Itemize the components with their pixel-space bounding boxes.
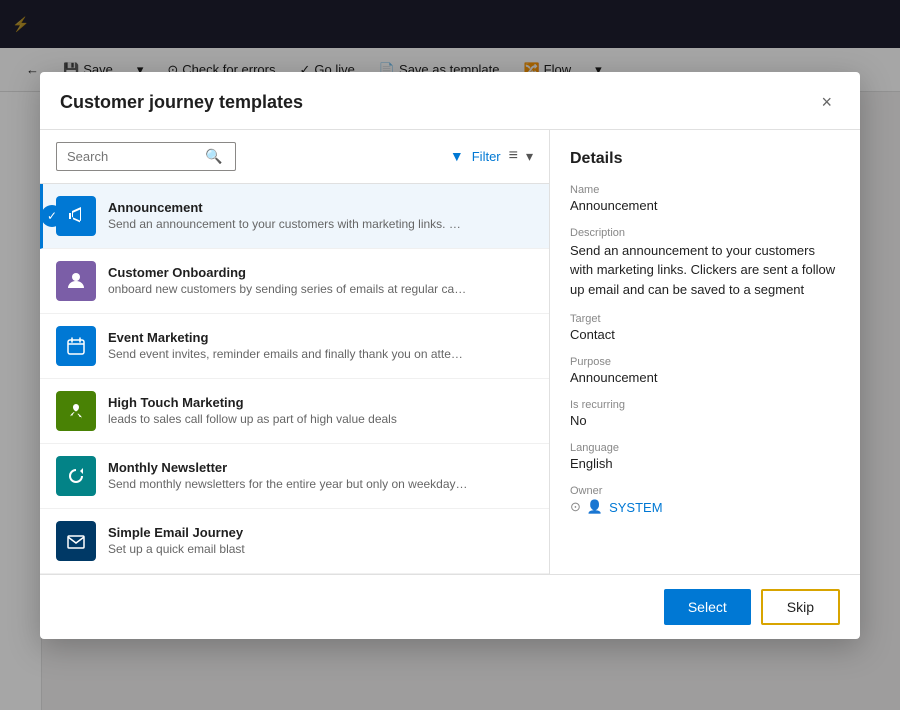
- description-label: Description: [570, 227, 840, 239]
- owner-person-icon: 👤: [587, 499, 603, 515]
- template-desc: leads to sales call follow up as part of…: [108, 412, 468, 426]
- modal-title: Customer journey templates: [60, 92, 303, 113]
- owner-circle-icon: ⊙: [570, 499, 581, 515]
- selected-check-icon: ✓: [41, 205, 63, 227]
- detail-group-recurring: Is recurring No: [570, 399, 840, 428]
- modal-dialog: Customer journey templates × 🔍 ▼ Filter …: [40, 72, 860, 639]
- modal-header: Customer journey templates ×: [40, 72, 860, 130]
- template-desc: Send an announcement to your customers w…: [108, 217, 468, 231]
- owner-row: ⊙ 👤 SYSTEM: [570, 499, 840, 515]
- modal-overlay: Customer journey templates × 🔍 ▼ Filter …: [0, 0, 900, 710]
- template-icon-hightouch: [56, 391, 96, 431]
- purpose-value: Announcement: [570, 370, 840, 385]
- chevron-icon[interactable]: ▾: [526, 148, 533, 165]
- modal-footer: Select Skip: [40, 574, 860, 639]
- template-info-hightouch: High Touch Marketing leads to sales call…: [108, 395, 533, 426]
- target-value: Contact: [570, 327, 840, 342]
- target-label: Target: [570, 313, 840, 325]
- template-list: ✓ Announcement Send an announcement to y…: [40, 184, 549, 574]
- template-icon-email: [56, 521, 96, 561]
- sort-icon[interactable]: ≡: [509, 147, 518, 165]
- owner-label: Owner: [570, 485, 840, 497]
- filter-icon: ▼: [450, 148, 464, 164]
- recurring-label: Is recurring: [570, 399, 840, 411]
- template-name: Monthly Newsletter: [108, 460, 533, 475]
- owner-value[interactable]: SYSTEM: [609, 500, 662, 515]
- template-info-onboarding: Customer Onboarding onboard new customer…: [108, 265, 533, 296]
- close-button[interactable]: ×: [813, 88, 840, 117]
- template-name: Announcement: [108, 200, 533, 215]
- template-name: Customer Onboarding: [108, 265, 533, 280]
- list-item[interactable]: Simple Email Journey Set up a quick emai…: [40, 509, 549, 574]
- name-label: Name: [570, 184, 840, 196]
- list-item[interactable]: Monthly Newsletter Send monthly newslett…: [40, 444, 549, 509]
- template-icon-newsletter: [56, 456, 96, 496]
- template-icon-onboarding: [56, 261, 96, 301]
- template-desc: Send event invites, reminder emails and …: [108, 347, 468, 361]
- language-value: English: [570, 456, 840, 471]
- template-desc: onboard new customers by sending series …: [108, 282, 468, 296]
- detail-group-owner: Owner ⊙ 👤 SYSTEM: [570, 485, 840, 515]
- list-item[interactable]: ✓ Announcement Send an announcement to y…: [40, 184, 549, 249]
- skip-button[interactable]: Skip: [761, 589, 840, 625]
- recurring-value: No: [570, 413, 840, 428]
- template-name: Event Marketing: [108, 330, 533, 345]
- detail-group-description: Description Send an announcement to your…: [570, 227, 840, 300]
- list-item[interactable]: Event Marketing Send event invites, remi…: [40, 314, 549, 379]
- template-info-newsletter: Monthly Newsletter Send monthly newslett…: [108, 460, 533, 491]
- purpose-label: Purpose: [570, 356, 840, 368]
- detail-group-target: Target Contact: [570, 313, 840, 342]
- search-bar: 🔍 ▼ Filter ≡ ▾: [40, 130, 549, 184]
- left-panel: 🔍 ▼ Filter ≡ ▾ ✓: [40, 130, 550, 574]
- template-info-event: Event Marketing Send event invites, remi…: [108, 330, 533, 361]
- template-desc: Set up a quick email blast: [108, 542, 468, 556]
- name-value: Announcement: [570, 198, 840, 213]
- template-icon-event: [56, 326, 96, 366]
- detail-group-name: Name Announcement: [570, 184, 840, 213]
- detail-group-language: Language English: [570, 442, 840, 471]
- modal-body: 🔍 ▼ Filter ≡ ▾ ✓: [40, 130, 860, 574]
- select-button[interactable]: Select: [664, 589, 751, 625]
- description-value: Send an announcement to your customers w…: [570, 241, 840, 300]
- detail-group-purpose: Purpose Announcement: [570, 356, 840, 385]
- list-item[interactable]: High Touch Marketing leads to sales call…: [40, 379, 549, 444]
- search-icon: 🔍: [205, 148, 222, 165]
- filter-area: ▼ Filter ≡ ▾: [450, 147, 533, 165]
- list-item[interactable]: Customer Onboarding onboard new customer…: [40, 249, 549, 314]
- template-name: Simple Email Journey: [108, 525, 533, 540]
- template-desc: Send monthly newsletters for the entire …: [108, 477, 468, 491]
- filter-label[interactable]: Filter: [472, 149, 501, 164]
- template-name: High Touch Marketing: [108, 395, 533, 410]
- search-input-wrap[interactable]: 🔍: [56, 142, 236, 171]
- details-title: Details: [570, 150, 840, 168]
- language-label: Language: [570, 442, 840, 454]
- search-input[interactable]: [67, 149, 197, 164]
- template-info-announcement: Announcement Send an announcement to you…: [108, 200, 533, 231]
- right-panel: Details Name Announcement Description Se…: [550, 130, 860, 574]
- template-info-simple-email: Simple Email Journey Set up a quick emai…: [108, 525, 533, 556]
